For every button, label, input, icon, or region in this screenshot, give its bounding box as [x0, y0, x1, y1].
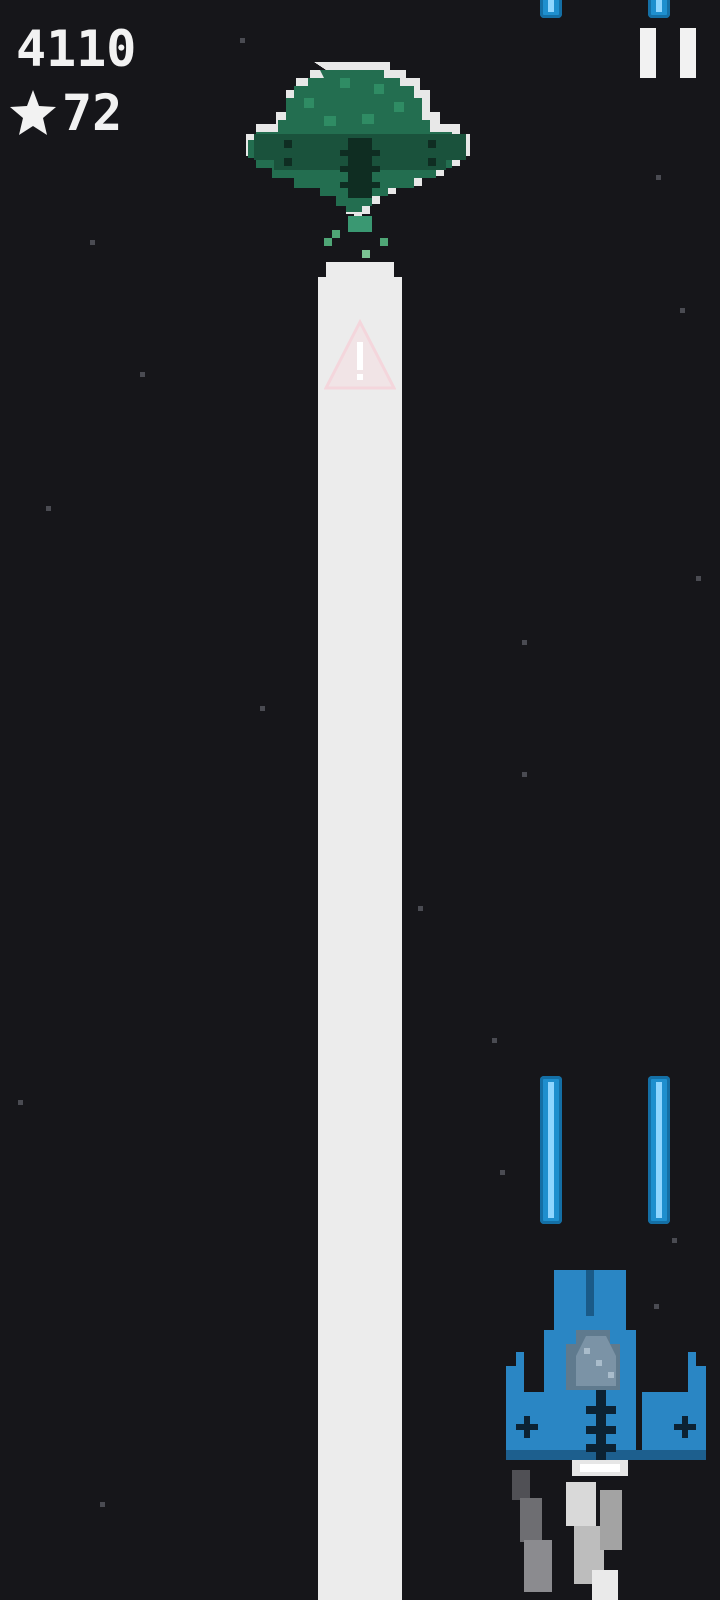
score-counter: 4110 — [16, 20, 137, 78]
background-star — [696, 576, 701, 581]
star-icon — [10, 90, 56, 135]
background-star — [140, 372, 145, 377]
laser-bolt — [648, 0, 670, 18]
background-star — [680, 308, 685, 313]
laser-bolt — [540, 1076, 562, 1224]
star-count: 72 — [62, 84, 123, 142]
laser-bolt — [540, 0, 562, 18]
background-star — [500, 1170, 505, 1175]
background-star — [100, 1502, 105, 1507]
background-star — [522, 640, 527, 645]
background-star — [240, 38, 245, 43]
star-counter: 72 — [8, 86, 122, 140]
laser-beam — [318, 277, 402, 1600]
background-star — [46, 506, 51, 511]
background-star — [522, 772, 527, 777]
background-star — [672, 1238, 677, 1243]
pause-button[interactable] — [640, 28, 696, 78]
game-canvas[interactable]: 4110 72 — [0, 0, 720, 1600]
background-star — [260, 706, 265, 711]
enemy-ufo — [246, 62, 470, 258]
background-star — [418, 906, 423, 911]
background-star — [18, 1100, 23, 1105]
warning-icon — [324, 318, 396, 390]
player-ship[interactable] — [500, 1270, 712, 1600]
background-star — [492, 1038, 497, 1043]
background-star — [656, 175, 661, 180]
laser-bolt — [648, 1076, 670, 1224]
background-star — [90, 240, 95, 245]
